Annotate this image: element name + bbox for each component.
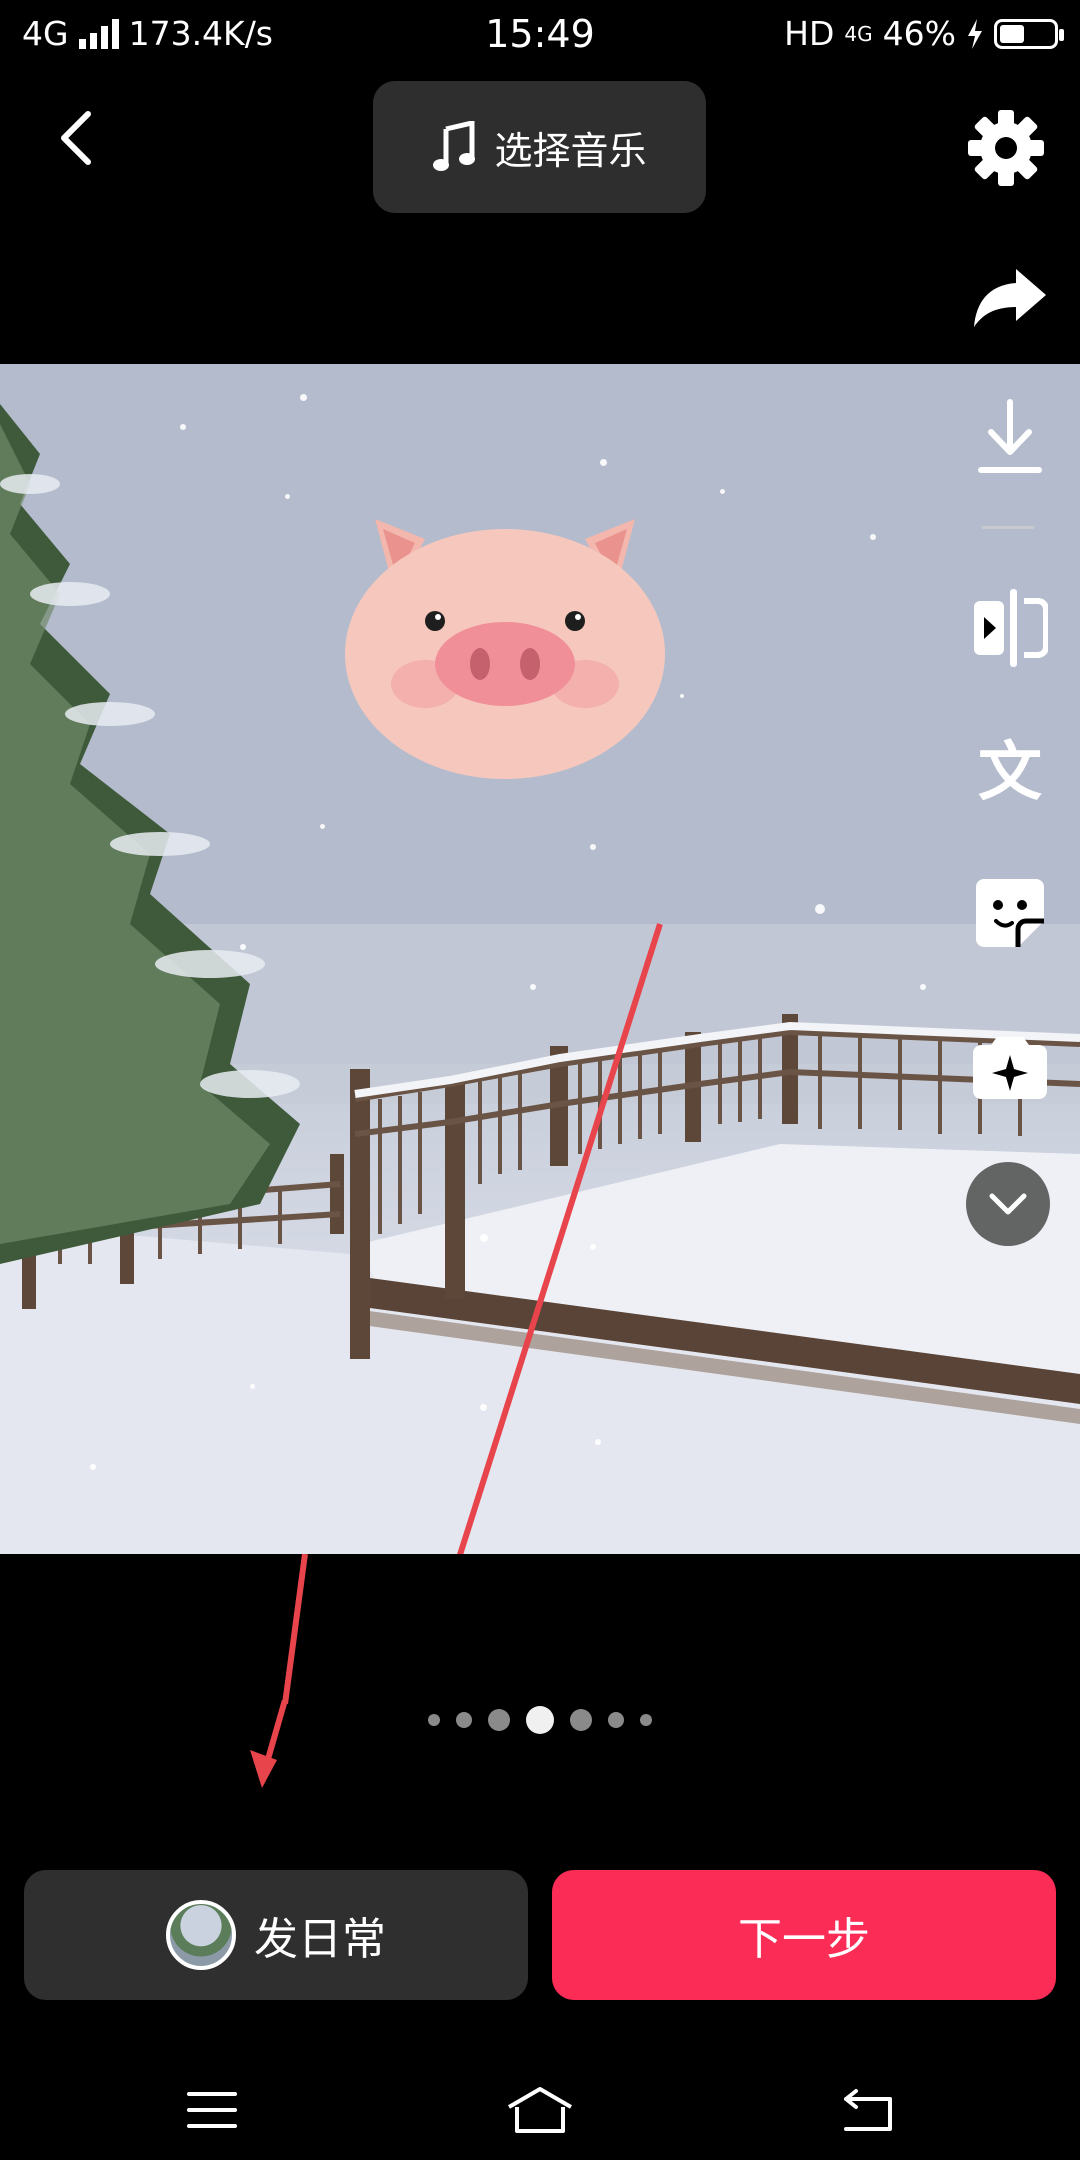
snowflake [680, 694, 684, 698]
gear-icon [968, 110, 1044, 186]
page-dot [428, 1714, 440, 1726]
nav-home-button[interactable] [500, 2070, 580, 2150]
share-button[interactable] [960, 248, 1060, 348]
status-bar: 4G 173.4K/s 15:49 HD 4G 46% [0, 0, 1080, 72]
snowflake [285, 494, 290, 499]
snowflake [590, 844, 596, 850]
page-dot [640, 1714, 652, 1726]
back-icon [844, 2089, 892, 2131]
home-icon [507, 2087, 573, 2133]
next-step-button[interactable]: 下一步 [552, 1870, 1056, 2000]
preview-image[interactable] [0, 364, 1080, 1554]
text-icon: 文 [978, 736, 1042, 810]
select-music-button[interactable]: 选择音乐 [373, 81, 706, 213]
sticker-button[interactable] [960, 863, 1060, 963]
red-arrow-annotation [457, 923, 663, 1554]
expand-tools-button[interactable] [966, 1162, 1050, 1246]
next-step-label: 下一步 [738, 1914, 870, 1965]
snowflake [240, 944, 246, 950]
system-nav-bar [0, 2060, 1080, 2160]
share-icon [974, 269, 1046, 327]
red-arrow-shaft [282, 1554, 308, 1704]
snowflake [180, 424, 186, 430]
status-right: HD 4G 46% [784, 14, 1064, 53]
snowflake [720, 489, 725, 494]
avatar [166, 1900, 236, 1970]
sticker-icon [976, 879, 1044, 947]
music-note-icon [433, 121, 476, 171]
snowflake [870, 534, 876, 540]
page-indicator [0, 1706, 1080, 1734]
menu-icon [187, 2092, 237, 2128]
snowflake [815, 904, 825, 914]
download-button[interactable] [960, 388, 1060, 488]
select-music-label: 选择音乐 [494, 128, 647, 173]
page-dot [570, 1709, 592, 1731]
page-dot-active [526, 1706, 554, 1734]
net2-indicator: 4G [844, 21, 873, 46]
snowflake [300, 394, 307, 401]
split-icon [974, 589, 1048, 667]
nav-menu-button[interactable] [172, 2070, 252, 2150]
effect-icon [973, 1037, 1047, 1099]
hd-indicator: HD [784, 14, 835, 53]
split-button[interactable] [960, 578, 1060, 678]
snowflake [90, 1464, 96, 1470]
download-icon [978, 399, 1042, 473]
page-dot [608, 1712, 624, 1728]
page-dot [456, 1712, 472, 1728]
battery-fill [1000, 24, 1024, 43]
back-button[interactable] [50, 108, 110, 168]
post-daily-label: 发日常 [254, 1914, 386, 1965]
post-daily-button[interactable]: 发日常 [24, 1870, 528, 2000]
settings-button[interactable] [966, 108, 1046, 188]
chevron-down-icon [989, 1193, 1027, 1215]
battery-percent: 46% [882, 14, 956, 53]
battery-icon [994, 18, 1064, 49]
snowflake [320, 824, 325, 829]
toolbar-divider [982, 526, 1034, 529]
snowflake [600, 459, 607, 466]
pig-sticker[interactable] [335, 499, 675, 779]
page-dot [488, 1709, 510, 1731]
charging-icon [968, 18, 982, 49]
snowflake [920, 984, 926, 990]
nav-back-button[interactable] [828, 2070, 908, 2150]
text-button[interactable]: 文 [960, 723, 1060, 823]
effect-button[interactable] [960, 1018, 1060, 1118]
back-arrow-icon [61, 111, 91, 165]
